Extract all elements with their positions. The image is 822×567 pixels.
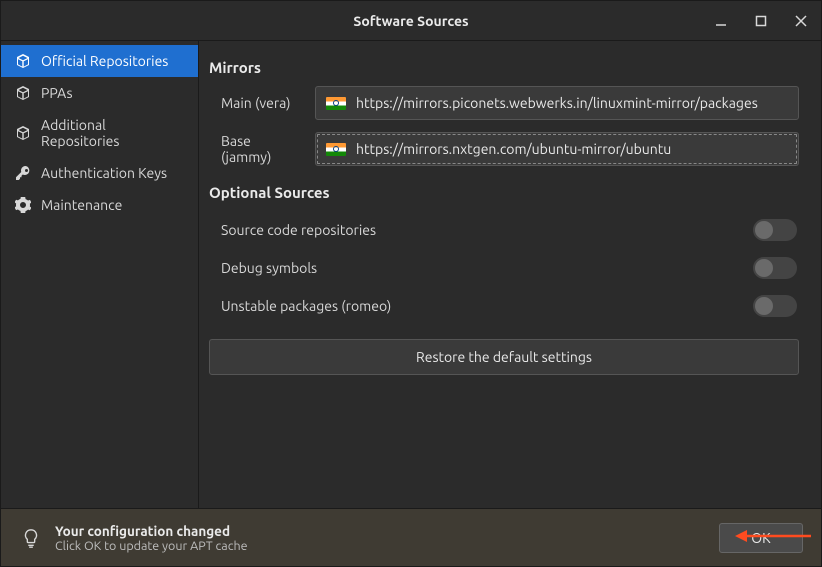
sidebar-item-authentication-keys[interactable]: Authentication Keys <box>1 157 198 189</box>
close-button[interactable] <box>781 1 821 41</box>
sidebar-item-label: Maintenance <box>41 197 122 213</box>
mirror-field-base[interactable]: https://mirrors.nxtgen.com/ubuntu-mirror… <box>315 132 799 166</box>
key-icon <box>15 165 31 181</box>
mirror-row-base: Base (jammy) https://mirrors.nxtgen.com/… <box>209 132 799 166</box>
mirror-label-main: Main (vera) <box>209 95 301 111</box>
mirror-field-main[interactable]: https://mirrors.piconets.webwerks.in/lin… <box>315 86 799 120</box>
cube-icon <box>15 85 31 101</box>
option-row-unstable: Unstable packages (romeo) <box>209 287 799 325</box>
restore-defaults-label: Restore the default settings <box>416 349 592 365</box>
cube-icon <box>15 53 31 69</box>
content: Mirrors Main (vera) https://mirrors.pico… <box>199 41 821 510</box>
sidebar-item-additional-repositories[interactable]: Additional Repositories <box>1 109 198 157</box>
toggle-unstable[interactable] <box>753 295 797 317</box>
sidebar-item-label: Official Repositories <box>41 53 168 69</box>
optional-sources-heading: Optional Sources <box>209 184 799 201</box>
cube-icon <box>15 125 31 141</box>
toggle-debug-symbols[interactable] <box>753 257 797 279</box>
sidebar-item-label: PPAs <box>41 85 73 101</box>
restore-defaults-button[interactable]: Restore the default settings <box>209 339 799 375</box>
option-label: Debug symbols <box>221 260 317 276</box>
gear-icon <box>15 197 31 213</box>
mirror-row-main: Main (vera) https://mirrors.piconets.web… <box>209 86 799 120</box>
main: Official Repositories PPAs Additional Re… <box>1 41 821 510</box>
window-controls <box>701 1 821 41</box>
sidebar-item-official-repositories[interactable]: Official Repositories <box>1 45 198 77</box>
sidebar-item-ppas[interactable]: PPAs <box>1 77 198 109</box>
option-row-debug-symbols: Debug symbols <box>209 249 799 287</box>
ok-label: OK <box>751 530 770 546</box>
mirror-url-base: https://mirrors.nxtgen.com/ubuntu-mirror… <box>356 141 671 157</box>
mirrors-heading: Mirrors <box>209 59 799 76</box>
option-label: Unstable packages (romeo) <box>221 298 391 314</box>
mirror-url-main: https://mirrors.piconets.webwerks.in/lin… <box>356 95 758 111</box>
hint-line2: Click OK to update your APT cache <box>55 539 248 553</box>
hint-line1: Your configuration changed <box>55 523 248 539</box>
minimize-button[interactable] <box>701 1 741 41</box>
toggle-source-code[interactable] <box>753 219 797 241</box>
sidebar-item-maintenance[interactable]: Maintenance <box>1 189 198 221</box>
lightbulb-icon <box>19 526 43 550</box>
hint-text: Your configuration changed Click OK to u… <box>55 523 248 553</box>
india-flag-icon <box>326 143 346 156</box>
ok-button[interactable]: OK <box>719 523 803 553</box>
sidebar-item-label: Additional Repositories <box>41 117 184 149</box>
mirror-label-base: Base (jammy) <box>209 133 301 165</box>
maximize-button[interactable] <box>741 1 781 41</box>
sidebar-item-label: Authentication Keys <box>41 165 167 181</box>
option-label: Source code repositories <box>221 222 376 238</box>
option-row-source-code: Source code repositories <box>209 211 799 249</box>
india-flag-icon <box>326 97 346 110</box>
bottombar: Your configuration changed Click OK to u… <box>1 508 821 566</box>
window-title: Software Sources <box>353 13 468 29</box>
sidebar: Official Repositories PPAs Additional Re… <box>1 41 199 510</box>
titlebar: Software Sources <box>1 1 821 41</box>
